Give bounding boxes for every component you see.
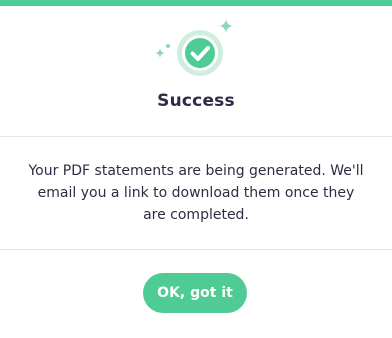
dialog-message: Your PDF statements are being generated.… [0, 160, 392, 226]
dot-icon [166, 44, 170, 48]
message-line: are completed. [143, 207, 249, 223]
ok-got-it-button[interactable]: OK, got it [143, 273, 247, 313]
message-line: email you a link to download them once t… [37, 185, 355, 201]
success-hero: Success [0, 6, 392, 136]
dialog-title: Success [157, 91, 235, 111]
check-circle-icon [176, 29, 224, 77]
message-line: Your PDF statements are being generated.… [28, 163, 364, 179]
sparkle-icon [155, 48, 165, 58]
divider [0, 136, 392, 137]
divider [0, 249, 392, 250]
